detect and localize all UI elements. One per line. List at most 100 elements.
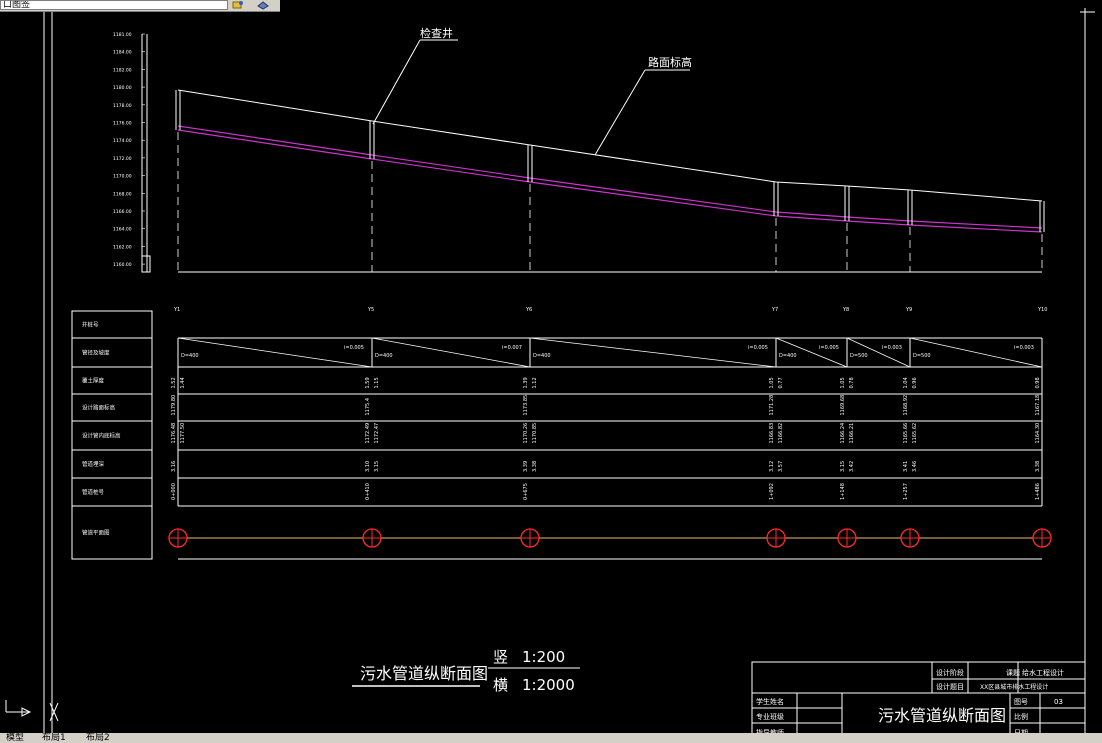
table-cell-value: 1166.21	[849, 423, 855, 444]
y-tick-label: 1174.00	[113, 138, 132, 144]
table-row-label: 管径及坡度	[82, 349, 110, 357]
title-block: 设计阶段 课题 给水工程设计 设计题目 XX区县城市排水工程设计 学生姓名 专业…	[751, 661, 1086, 739]
sheet-label: 图号	[1014, 698, 1028, 706]
manhole-leader	[372, 39, 421, 125]
layout-tabs: 模型 布局1 布局2	[0, 733, 1102, 743]
table-cell-value: 1173.85	[523, 395, 529, 416]
table-cell-value: 0.77	[778, 377, 784, 388]
pipe-slope: i=0.007	[502, 345, 522, 351]
table-cell-value: 1166.82	[778, 423, 784, 444]
station-label: Y7	[771, 307, 778, 313]
station-label: Y9	[905, 307, 912, 313]
table-row-label: 设计管内底标高	[82, 432, 121, 440]
y-tick-label: 1162.00	[113, 244, 132, 250]
pipe-diameter: D=400	[375, 353, 393, 359]
table-cell-value: 1177.50	[180, 423, 186, 444]
y-tick-label: 1172.00	[113, 156, 132, 162]
table-cell-value: 1169.68	[840, 395, 846, 416]
table-cell-value: 1.52	[171, 377, 177, 388]
table-cell-value: 1175.4	[365, 398, 371, 416]
slope-diagonal	[371, 337, 531, 368]
table-cell-value: 0+675	[523, 483, 529, 500]
y-tick-labels: 1181.00 1184.00 1182.00 1180.00 1178.00 1176.…	[113, 32, 145, 268]
y-tick-label: 1180.00	[113, 85, 132, 91]
table-cell-value: 1.12	[532, 377, 538, 388]
station-label: Y10	[1037, 307, 1047, 313]
y-tick-label: 1166.00	[113, 209, 132, 215]
pipe-slope: i=0.003	[882, 345, 902, 351]
drawing-title: 污水管道纵断面图	[360, 664, 488, 683]
station-label: Y5	[367, 307, 374, 313]
pipe-diameter: D=400	[533, 353, 551, 359]
table-cell-value: 1170.85	[532, 423, 538, 444]
table-cell-value: 1166.83	[769, 423, 775, 444]
table-cell-value: 3.38	[532, 461, 538, 472]
pipe-diameter: D=500	[850, 353, 868, 359]
table-row-label: 设计路面标高	[82, 404, 116, 412]
table-cell-value: 0+000	[171, 483, 177, 500]
manhole-annotation: 检查井	[420, 26, 453, 40]
horizontal-scale-value: 1:2000	[522, 676, 575, 694]
table-cell-value: 1165.62	[912, 423, 918, 444]
student-name-label: 学生姓名	[756, 697, 784, 706]
drawing-canvas[interactable]: 1181.00 1184.00 1182.00 1180.00 1178.00 1176.…	[0, 0, 1102, 743]
road-elevation-leader	[594, 69, 646, 156]
y-tick-label: 1182.00	[113, 67, 132, 73]
horizontal-scale-label: 横	[493, 676, 508, 694]
scale-label: 比例	[1014, 712, 1028, 721]
table-row-label: 井桩号	[82, 321, 99, 329]
y-tick-label: 1160.00	[113, 262, 132, 268]
station-label: Y8	[842, 307, 849, 313]
table-cell-value: 1.04	[903, 377, 909, 388]
station-labels: Y1 Y5 Y6 Y7 Y8 Y9 Y10	[173, 307, 1047, 313]
vertical-scale-label: 竖	[493, 648, 508, 666]
y-tick-label: 1164.00	[113, 227, 132, 233]
y-tick-label: 1176.00	[113, 121, 132, 127]
table-cell-value: 1172.47	[374, 423, 380, 444]
topic-label: 设计题目	[936, 682, 964, 691]
table-cell-value: 1.05	[769, 377, 775, 388]
pipe-diameter: D=400	[181, 353, 199, 359]
table-row-label: 管道埋深	[82, 460, 105, 468]
pipe-slope: i=0.003	[1014, 345, 1034, 351]
course-value: 给水工程设计	[1022, 668, 1064, 677]
topic-value: XX区县城市排水工程设计	[980, 683, 1048, 691]
table-row-label: 管道平面图	[82, 529, 110, 537]
table-cell-value: 0.96	[912, 377, 918, 388]
profile-table: 井桩号管径及坡度覆土厚度设计路面标高设计管内底标高管道埋深管道桩号管道平面图 D=…	[71, 310, 1052, 560]
table-cell-value: 1166.24	[840, 423, 846, 444]
table-cell-value: 1172.49	[365, 423, 371, 444]
table-cell-value: 1165.66	[903, 423, 909, 444]
table-cell-value: 1+148	[840, 483, 846, 500]
slope-diagonal	[177, 337, 373, 368]
station-label: Y1	[173, 307, 180, 313]
ucs-icon	[5, 700, 59, 722]
pipe-diameter: D=500	[913, 353, 931, 359]
table-row-label: 覆土厚度	[82, 377, 105, 385]
table-cell-value: 1176.48	[171, 423, 177, 444]
subject-label: 课题	[1006, 668, 1020, 677]
sheet-value: 03	[1054, 698, 1063, 706]
tab-layout2[interactable]: 布局2	[84, 733, 112, 743]
table-cell-value: 1167.18	[1035, 395, 1041, 416]
road-elevation-annotation: 路面标高	[648, 55, 692, 69]
table-cell-value: 1164.30	[1035, 423, 1041, 444]
table-cell-value: 3.39	[523, 461, 529, 472]
tab-layout1[interactable]: 布局1	[40, 733, 68, 743]
table-cell-value: 0.78	[849, 377, 855, 388]
table-cell-value: 1.39	[523, 377, 529, 388]
slope-diagonal	[529, 337, 777, 368]
table-cell-value: 0+410	[365, 483, 371, 500]
tab-model[interactable]: 模型	[4, 733, 26, 743]
y-tick-label: 1170.00	[113, 174, 132, 180]
pipe-slope: i=0.005	[819, 345, 839, 351]
vertical-scale-value: 1:200	[522, 648, 565, 666]
table-cell-value: 3.38	[1035, 461, 1041, 472]
table-cell-value: 3.16	[171, 461, 177, 472]
station-label: Y6	[525, 307, 532, 313]
y-tick-label: 1168.00	[113, 191, 132, 197]
major-label: 专业班级	[756, 712, 784, 721]
table-cell-value: 3.41	[903, 461, 909, 472]
pipe-slope: i=0.005	[748, 345, 768, 351]
table-cell-value: 3.15	[840, 461, 846, 472]
